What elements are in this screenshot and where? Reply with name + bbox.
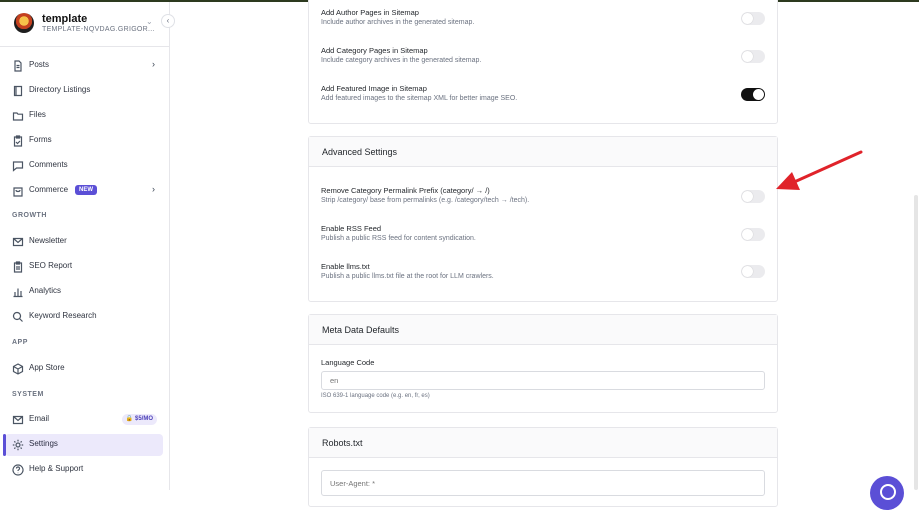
sidebar-item-commerce[interactable]: Commerce NEW › bbox=[5, 180, 163, 202]
sidebar-item-label: SEO Report bbox=[29, 261, 73, 270]
clipboard-icon bbox=[13, 261, 23, 273]
setting-title: Remove Category Permalink Prefix (catego… bbox=[321, 186, 490, 195]
language-code-label: Language Code bbox=[321, 358, 375, 367]
bar-chart-icon bbox=[13, 288, 23, 298]
setting-description: Publish a public llms.txt file at the ro… bbox=[321, 273, 494, 280]
author-pages-sitemap-toggle[interactable] bbox=[741, 12, 765, 25]
robots-txt-input[interactable] bbox=[321, 470, 765, 496]
card-header: Robots.txt bbox=[309, 428, 777, 458]
sidebar-item-help-support[interactable]: Help & Support bbox=[5, 459, 163, 481]
sidebar-item-label: Newsletter bbox=[29, 236, 67, 245]
card-title: Meta Data Defaults bbox=[322, 325, 400, 335]
section-label-app: APP bbox=[12, 339, 28, 346]
document-icon bbox=[14, 60, 22, 72]
language-code-help: ISO 639-1 language code (e.g. en, fr, es… bbox=[321, 393, 430, 399]
price-badge: 🔒 $5/MO bbox=[121, 414, 157, 425]
card-header: Meta Data Defaults bbox=[309, 315, 777, 345]
toggle-knob bbox=[742, 266, 753, 277]
workspace-logo bbox=[14, 13, 34, 33]
sidebar-item-label: Analytics bbox=[29, 286, 62, 295]
help-circle-icon bbox=[12, 464, 24, 476]
folder-icon bbox=[12, 112, 24, 121]
sidebar-item-seo-report[interactable]: SEO Report bbox=[5, 256, 163, 278]
toggle-knob bbox=[742, 13, 753, 24]
mail-icon bbox=[12, 415, 24, 425]
sidebar-item-label: Posts bbox=[29, 60, 50, 69]
setting-description: Include author archives in the generated… bbox=[321, 19, 475, 26]
comment-icon bbox=[12, 161, 24, 172]
chevron-right-icon: › bbox=[152, 59, 155, 69]
setting-title: Add Author Pages in Sitemap bbox=[321, 8, 419, 17]
sidebar-item-directory-listings[interactable]: Directory Listings bbox=[5, 80, 163, 102]
sidebar-item-label: Settings bbox=[29, 439, 58, 448]
sidebar-item-label: Keyword Research bbox=[29, 311, 97, 320]
sidebar-item-forms[interactable]: Forms bbox=[5, 130, 163, 152]
section-label-system: SYSTEM bbox=[12, 391, 44, 398]
setting-description: Publish a public RSS feed for content sy… bbox=[321, 235, 476, 242]
rss-feed-toggle[interactable] bbox=[741, 228, 765, 241]
sidebar-item-keyword-research[interactable]: Keyword Research bbox=[5, 306, 163, 328]
section-label-growth: GROWTH bbox=[12, 212, 47, 219]
chat-support-button[interactable] bbox=[870, 476, 904, 510]
setting-title: Enable llms.txt bbox=[321, 262, 370, 271]
sidebar-item-comments[interactable]: Comments bbox=[5, 155, 163, 177]
remove-category-prefix-toggle[interactable] bbox=[741, 190, 765, 203]
workspace-subtitle: TEMPLATE-NQVDAG.GRIGOR... bbox=[42, 26, 155, 33]
sidebar-item-files[interactable]: Files bbox=[5, 105, 163, 127]
sidebar-item-label: Comments bbox=[29, 160, 68, 169]
card-header: Advanced Settings bbox=[309, 137, 777, 167]
category-pages-sitemap-toggle[interactable] bbox=[741, 50, 765, 63]
sidebar-item-email[interactable]: Email 🔒 $5/MO bbox=[5, 409, 163, 431]
sidebar-item-label: App Store bbox=[29, 363, 65, 372]
sidebar-item-label: Forms bbox=[29, 135, 52, 144]
sidebar-item-app-store[interactable]: App Store bbox=[5, 358, 163, 380]
card-title: Robots.txt bbox=[322, 438, 363, 448]
sidebar-item-label: Directory Listings bbox=[29, 85, 91, 94]
featured-image-sitemap-toggle[interactable] bbox=[741, 88, 765, 101]
setting-description: Add featured images to the sitemap XML f… bbox=[321, 95, 518, 102]
gear-icon bbox=[12, 439, 24, 451]
toggle-knob bbox=[742, 191, 753, 202]
new-badge: NEW bbox=[75, 185, 97, 195]
card-title: Advanced Settings bbox=[322, 147, 398, 157]
chevron-right-icon: › bbox=[152, 184, 155, 194]
sidebar-divider bbox=[0, 46, 170, 47]
setting-title: Enable RSS Feed bbox=[321, 224, 382, 233]
setting-title: Add Category Pages in Sitemap bbox=[321, 46, 428, 55]
toggle-knob bbox=[753, 89, 764, 100]
sidebar-item-label: Commerce bbox=[29, 185, 69, 194]
sidebar-item-label: Email bbox=[29, 414, 50, 423]
sidebar-item-label: Files bbox=[29, 110, 46, 119]
setting-description: Include category archives in the generat… bbox=[321, 57, 482, 64]
mail-icon bbox=[12, 237, 24, 247]
llms-txt-toggle[interactable] bbox=[741, 265, 765, 278]
annotation-arrow bbox=[776, 150, 863, 190]
sidebar-item-posts[interactable]: Posts › bbox=[5, 55, 163, 77]
sidebar: template TEMPLATE-NQVDAG.GRIGOR... ⌄ Pos… bbox=[0, 2, 170, 490]
scrollbar[interactable] bbox=[914, 195, 918, 490]
chevron-down-icon: ⌄ bbox=[146, 17, 153, 26]
workspace-switcher[interactable]: template TEMPLATE-NQVDAG.GRIGOR... ⌄ bbox=[14, 13, 164, 39]
setting-title: Add Featured Image in Sitemap bbox=[321, 84, 427, 93]
sidebar-item-analytics[interactable]: Analytics bbox=[5, 281, 163, 303]
search-icon bbox=[12, 311, 23, 322]
sidebar-item-settings[interactable]: Settings bbox=[3, 434, 163, 456]
language-code-input[interactable] bbox=[321, 371, 765, 390]
toggle-knob bbox=[742, 51, 753, 62]
workspace-title: template bbox=[42, 13, 88, 25]
shopping-bag-icon bbox=[13, 187, 23, 197]
setting-description: Strip /category/ base from permalinks (e… bbox=[321, 197, 530, 204]
price-badge-text: $5/MO bbox=[134, 416, 153, 422]
sidebar-item-newsletter[interactable]: Newsletter bbox=[5, 231, 163, 253]
clipboard-check-icon bbox=[13, 135, 23, 147]
sidebar-item-label: Help & Support bbox=[29, 464, 84, 473]
toggle-knob bbox=[742, 229, 753, 240]
collapse-sidebar-button[interactable]: ‹ bbox=[161, 14, 175, 28]
package-icon bbox=[12, 363, 24, 375]
book-icon bbox=[13, 85, 23, 97]
